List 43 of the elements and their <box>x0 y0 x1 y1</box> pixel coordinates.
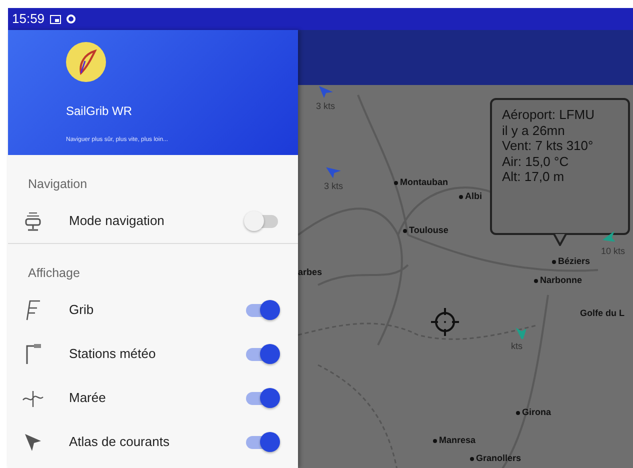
place-label: arbes <box>298 266 322 279</box>
app-title: SailGrib WR <box>66 103 134 120</box>
sync-icon <box>66 14 76 24</box>
map-view[interactable]: Aéroport: LFMU il y a 26mn Vent: 7 kts 310° Air: 15,0 °C Alt: 17,0 m 3 kts 3 kts 10 kts kts Montauban Albi Toulouse arbes Béziers Narbonne Golfe du L Girona Manresa Granollers <box>298 30 633 468</box>
screen-icon <box>50 14 61 24</box>
city-dot-icon <box>394 181 398 185</box>
place-label: Manresa <box>439 434 476 447</box>
wind-speed-label: 3 kts <box>316 100 336 113</box>
place-label: Girona <box>522 406 552 419</box>
wind-speed-label: 10 kts <box>601 245 626 258</box>
place-label: Albi <box>465 190 482 203</box>
place-label: Granollers <box>476 452 522 465</box>
sail-logo-icon <box>66 42 106 82</box>
toggle-switch[interactable] <box>244 432 280 452</box>
menu-item-label[interactable]: Atlas de courants <box>69 432 244 452</box>
place-label: Montauban <box>400 176 448 189</box>
toggle-switch[interactable] <box>244 211 280 231</box>
section-heading: Navigation <box>27 176 88 193</box>
city-dot-icon <box>552 260 556 264</box>
toggle-switch[interactable] <box>244 344 280 364</box>
toggle-switch[interactable] <box>244 388 280 408</box>
place-label: Narbonne <box>540 274 582 287</box>
crosshair-icon <box>430 307 460 337</box>
station-info-callout: Aéroport: LFMU il y a 26mn Vent: 7 kts 310° Air: 15,0 °C Alt: 17,0 m <box>490 98 630 235</box>
place-label: Toulouse <box>409 224 448 237</box>
place-label: Béziers <box>558 255 590 268</box>
wind-speed-label: kts <box>511 340 523 353</box>
city-dot-icon <box>534 279 538 283</box>
menu-item-label[interactable]: Marée <box>69 388 244 408</box>
place-label: Golfe du L <box>580 307 624 320</box>
section-heading: Affichage <box>27 265 81 282</box>
callout-pointer-icon <box>553 234 567 246</box>
menu-item-label[interactable]: Mode navigation <box>69 211 244 231</box>
wind-speed-label: 3 kts <box>324 180 344 193</box>
menu-item-label[interactable]: Stations météo <box>69 344 244 364</box>
menu-item-label[interactable]: Grib <box>69 300 244 320</box>
city-dot-icon <box>470 457 474 461</box>
toggle-switch[interactable] <box>244 300 280 320</box>
status-time: 15:59 <box>12 10 45 28</box>
city-dot-icon <box>516 411 520 415</box>
city-dot-icon <box>403 229 407 233</box>
city-dot-icon <box>459 195 463 199</box>
city-dot-icon <box>433 439 437 443</box>
